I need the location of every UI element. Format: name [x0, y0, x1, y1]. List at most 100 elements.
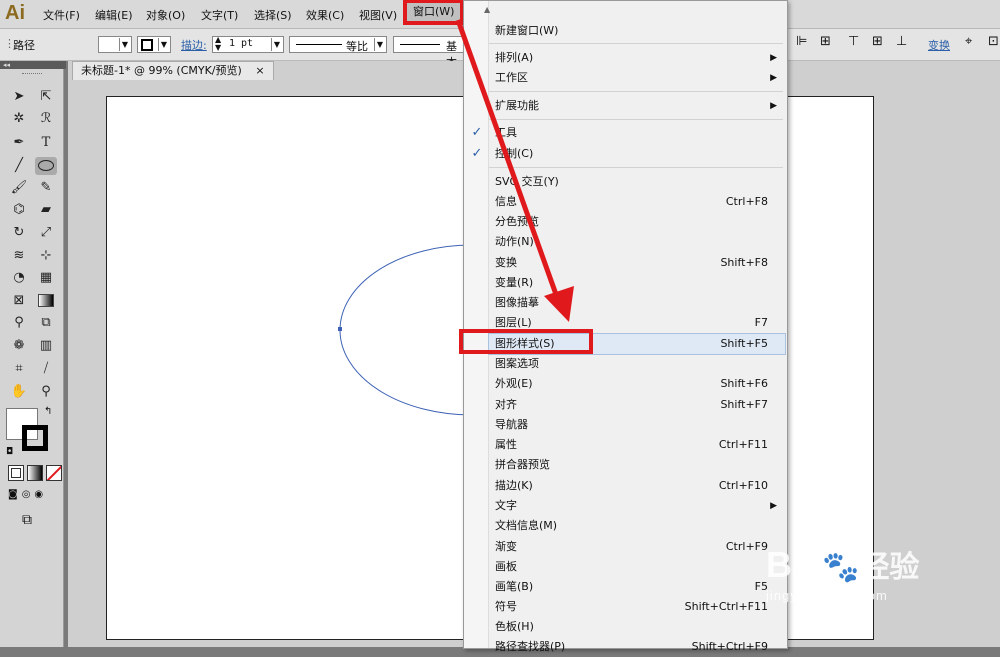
align-center-icon[interactable]: ⊞	[820, 34, 831, 49]
menu-item-arrange[interactable]: 排列(A) ▶	[489, 48, 785, 68]
align-left-icon[interactable]: ⊫	[796, 34, 807, 49]
menu-item-attributes[interactable]: 属性 Ctrl+F11	[489, 435, 785, 455]
menu-item-info[interactable]: 信息 Ctrl+F8	[489, 192, 785, 212]
menu-item-transform[interactable]: 变换 Shift+F8	[489, 253, 785, 273]
gradient-mode-icon[interactable]	[27, 465, 43, 481]
paintbrush-icon[interactable]: 🖌	[8, 179, 30, 197]
align-bottom-icon[interactable]: ⊥	[896, 34, 907, 49]
menu-item-extensions[interactable]: 扩展功能 ▶	[489, 96, 785, 116]
options-icon[interactable]: ⊡	[988, 34, 999, 49]
blob-brush-icon[interactable]: ⌬	[8, 201, 30, 219]
chevron-down-icon[interactable]: ▼	[158, 38, 169, 51]
swap-colors-icon[interactable]: ↰	[44, 406, 52, 417]
separator	[489, 119, 783, 120]
menu-item-new-window[interactable]: 新建窗口(W)	[489, 21, 785, 41]
menu-item-workspace[interactable]: 工作区 ▶	[489, 68, 785, 88]
chevron-down-icon[interactable]: ▼	[374, 38, 385, 51]
chevron-down-icon[interactable]: ▼	[119, 38, 130, 51]
menu-item-tools[interactable]: 工具	[489, 123, 785, 143]
screen-mode-icon[interactable]: ⧉	[22, 512, 32, 528]
column-graph-icon[interactable]: ▥	[35, 337, 57, 355]
color-mode-icon[interactable]	[8, 465, 24, 481]
blend-icon[interactable]: ⧉	[35, 314, 57, 332]
menu-select[interactable]: 选择(S)	[254, 7, 292, 23]
menu-item-brushes[interactable]: 画笔(B) F5	[489, 577, 785, 597]
menu-item-type[interactable]: 文字 ▶	[489, 496, 785, 516]
line-tool-icon[interactable]: ╱	[8, 157, 30, 175]
menu-item-appearance[interactable]: 外观(E) Shift+F6	[489, 374, 785, 394]
none-mode-icon[interactable]	[46, 465, 62, 481]
lasso-icon[interactable]: ℛ	[35, 110, 57, 128]
magic-wand-icon[interactable]: ✲	[8, 110, 30, 128]
menu-item-swatches[interactable]: 色板(H)	[489, 617, 785, 637]
brush-definition[interactable]: 基本	[393, 36, 465, 69]
align-middle-icon[interactable]: ⊞	[872, 34, 883, 49]
menu-item-gradient[interactable]: 渐变 Ctrl+F9	[489, 537, 785, 557]
panel-grip-icon[interactable]	[22, 73, 42, 76]
collapse-icon[interactable]: ◂◂	[0, 61, 66, 69]
profile-label: 等比	[346, 40, 368, 53]
menu-effect[interactable]: 效果(C)	[306, 7, 344, 23]
hand-icon[interactable]: ✋	[8, 383, 30, 401]
menu-type[interactable]: 文字(T)	[201, 7, 238, 23]
menu-item-pathfinder[interactable]: 路径查找器(P) Shift+Ctrl+F9	[489, 637, 785, 657]
ellipse-tool-icon[interactable]	[35, 157, 57, 175]
stroke-label[interactable]: 描边:	[181, 37, 207, 53]
menu-item-flattener-preview[interactable]: 拼合器预览	[489, 455, 785, 475]
align-top-icon[interactable]: ⊤	[848, 34, 859, 49]
draw-mode-icon[interactable]: ◙◎◉	[8, 489, 60, 503]
menu-item-align[interactable]: 对齐 Shift+F7	[489, 395, 785, 415]
menu-item-variables[interactable]: 变量(R)	[489, 273, 785, 293]
scroll-up-icon[interactable]: ▲	[484, 5, 490, 14]
rotate-icon[interactable]: ↻	[8, 224, 30, 242]
menu-item-document-info[interactable]: 文档信息(M)	[489, 516, 785, 536]
perspective-grid-icon[interactable]: ▦	[35, 269, 57, 287]
variable-width-profile[interactable]: 等比 ▼	[289, 36, 387, 53]
eraser-icon[interactable]: ▰	[35, 201, 57, 219]
selection-tool-icon[interactable]: ➤	[8, 88, 30, 106]
direct-selection-tool-icon[interactable]: ⇱	[35, 88, 57, 106]
menu-window[interactable]: 窗口(W)	[402, 0, 465, 25]
document-tab[interactable]: 未标题-1* @ 99% (CMYK/预览) ×	[72, 61, 274, 80]
menu-item-image-trace[interactable]: 图像描摹	[489, 293, 785, 313]
stroke-swatch[interactable]: ▼	[137, 36, 171, 53]
symbol-sprayer-icon[interactable]: ❁	[8, 337, 30, 355]
shape-builder-icon[interactable]: ◔	[8, 269, 30, 287]
close-icon[interactable]: ×	[255, 64, 264, 77]
stroke-weight-value[interactable]: 1 pt	[229, 38, 253, 49]
chevron-down-icon[interactable]: ▼	[271, 38, 282, 51]
slice-icon[interactable]: ⧸	[35, 360, 57, 378]
scale-icon[interactable]: ⤢	[35, 224, 57, 242]
menu-object[interactable]: 对象(O)	[146, 7, 185, 23]
stroke-weight-field[interactable]: ▲ ▼ 1 pt ▼	[212, 36, 284, 53]
pencil-icon[interactable]: ✎	[35, 179, 57, 197]
baidu-watermark: Bai🐾经验 jingyan.baidu.com	[766, 545, 919, 604]
menu-item-svg-interactivity[interactable]: SVG 交互(Y)	[489, 172, 785, 192]
artboard-icon[interactable]: ⌗	[8, 360, 30, 378]
menu-item-artboards[interactable]: 画板	[489, 557, 785, 577]
gradient-icon[interactable]	[35, 292, 57, 310]
mesh-icon[interactable]: ⊠	[8, 292, 30, 310]
warp-icon[interactable]: ≋	[8, 247, 30, 265]
menu-item-navigator[interactable]: 导航器	[489, 415, 785, 435]
menu-item-symbols[interactable]: 符号 Shift+Ctrl+F11	[489, 597, 785, 617]
menu-item-separations-preview[interactable]: 分色预览	[489, 212, 785, 232]
pen-tool-icon[interactable]: ✒	[8, 134, 30, 152]
zoom-icon[interactable]: ⚲	[35, 383, 57, 401]
fill-swatch[interactable]: ▼	[98, 36, 132, 53]
isolate-icon[interactable]: ⌖	[965, 34, 972, 49]
stepper-icon[interactable]: ▲ ▼	[215, 36, 221, 52]
eyedropper-icon[interactable]: ⚲	[8, 314, 30, 332]
menu-file[interactable]: 文件(F)	[43, 7, 80, 23]
menu-item-control[interactable]: 控制(C)	[489, 144, 785, 164]
menu-item-actions[interactable]: 动作(N)	[489, 232, 785, 252]
type-tool-icon[interactable]: T	[35, 134, 57, 152]
menu-item-stroke[interactable]: 描边(K) Ctrl+F10	[489, 476, 785, 496]
stroke-color-icon[interactable]	[22, 425, 48, 451]
free-transform-icon[interactable]: ⊹	[35, 247, 57, 265]
transform-link[interactable]: 变换	[928, 37, 950, 53]
menu-item-pattern-options[interactable]: 图案选项	[489, 354, 785, 374]
menu-edit[interactable]: 编辑(E)	[95, 7, 133, 23]
menu-view[interactable]: 视图(V)	[359, 7, 397, 23]
default-colors-icon[interactable]: ◘	[6, 447, 13, 457]
